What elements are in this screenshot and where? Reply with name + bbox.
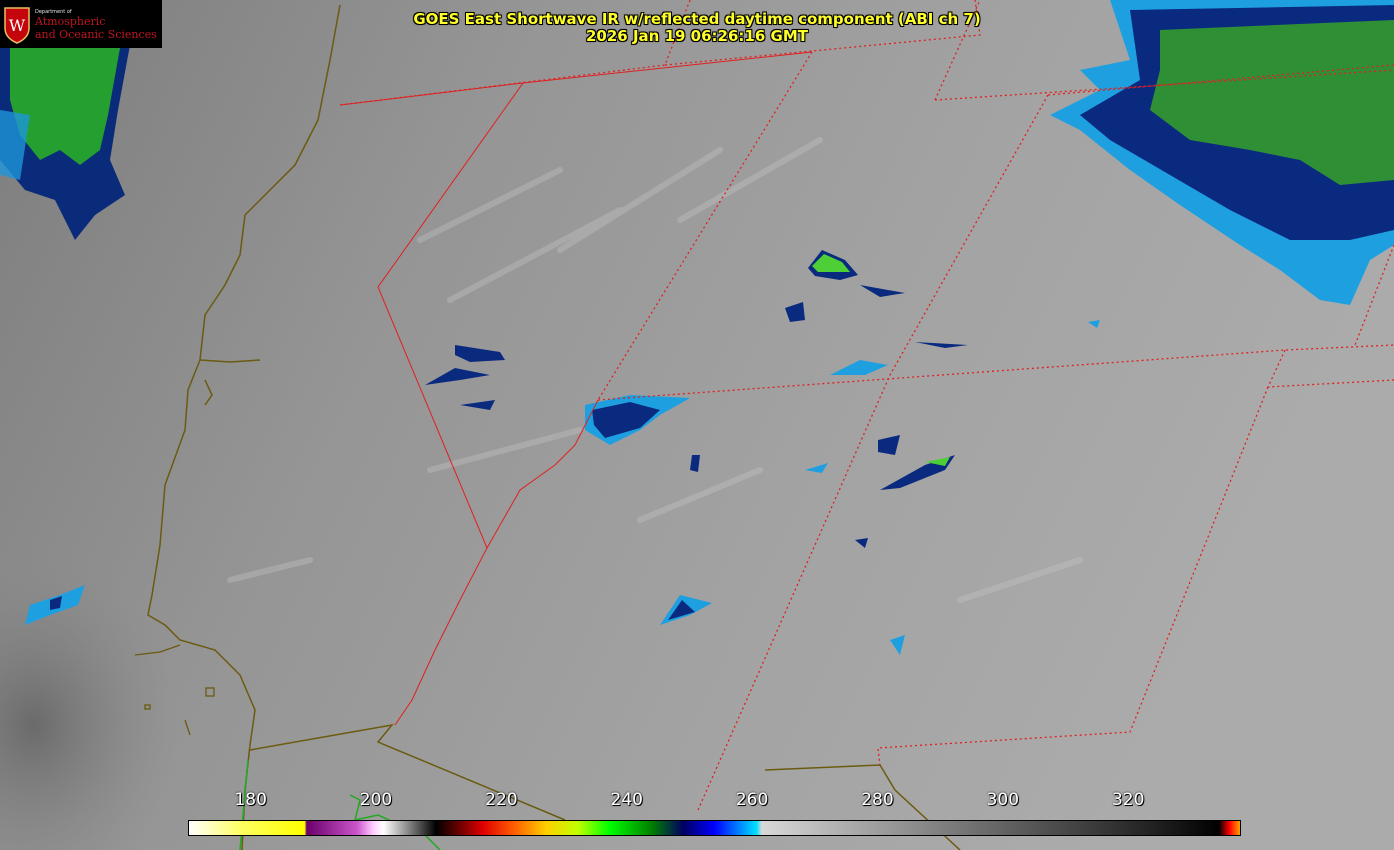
colorbar-tick-label: 320 [1111,790,1145,810]
temperature-colorbar [188,820,1241,836]
satellite-map [0,0,1394,850]
colorbar-tick-label: 220 [485,790,518,810]
colorbar-tick-label: 180 [234,790,267,810]
colorbar-tick-label: 280 [861,790,894,810]
colorbar-tick-label: 240 [610,790,643,810]
product-title: GOES East Shortwave IR w/reflected dayti… [413,10,981,28]
timestamp-title: 2026 Jan 19 06:26:16 GMT [586,27,808,45]
colorbar-tick-label: 300 [986,790,1020,810]
colorbar-tick-label: 260 [735,790,769,810]
colorbar-tick-label: 200 [359,790,393,810]
